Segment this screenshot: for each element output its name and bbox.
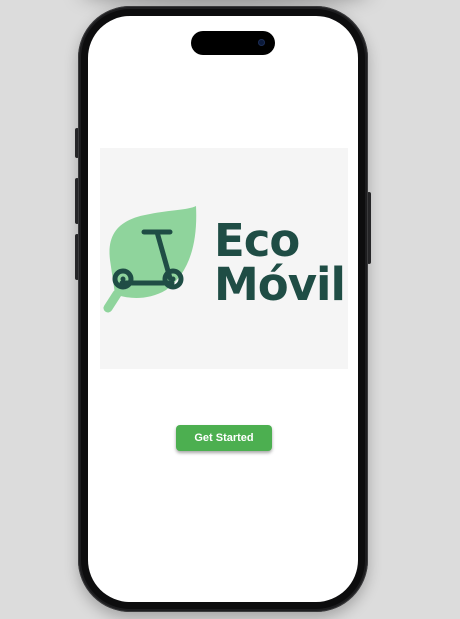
- dynamic-island: [191, 31, 275, 55]
- app-preview: Eco Móvil Get Started: [0, 0, 460, 619]
- eco-movil-logo: Eco Móvil: [100, 148, 348, 369]
- get-started-button[interactable]: Get Started: [176, 425, 272, 451]
- camera-lens-icon: [258, 39, 265, 46]
- leaf-stem: [103, 289, 122, 313]
- logo-text-eco: Eco: [214, 214, 300, 267]
- logo-text-movil: Móvil: [214, 258, 346, 311]
